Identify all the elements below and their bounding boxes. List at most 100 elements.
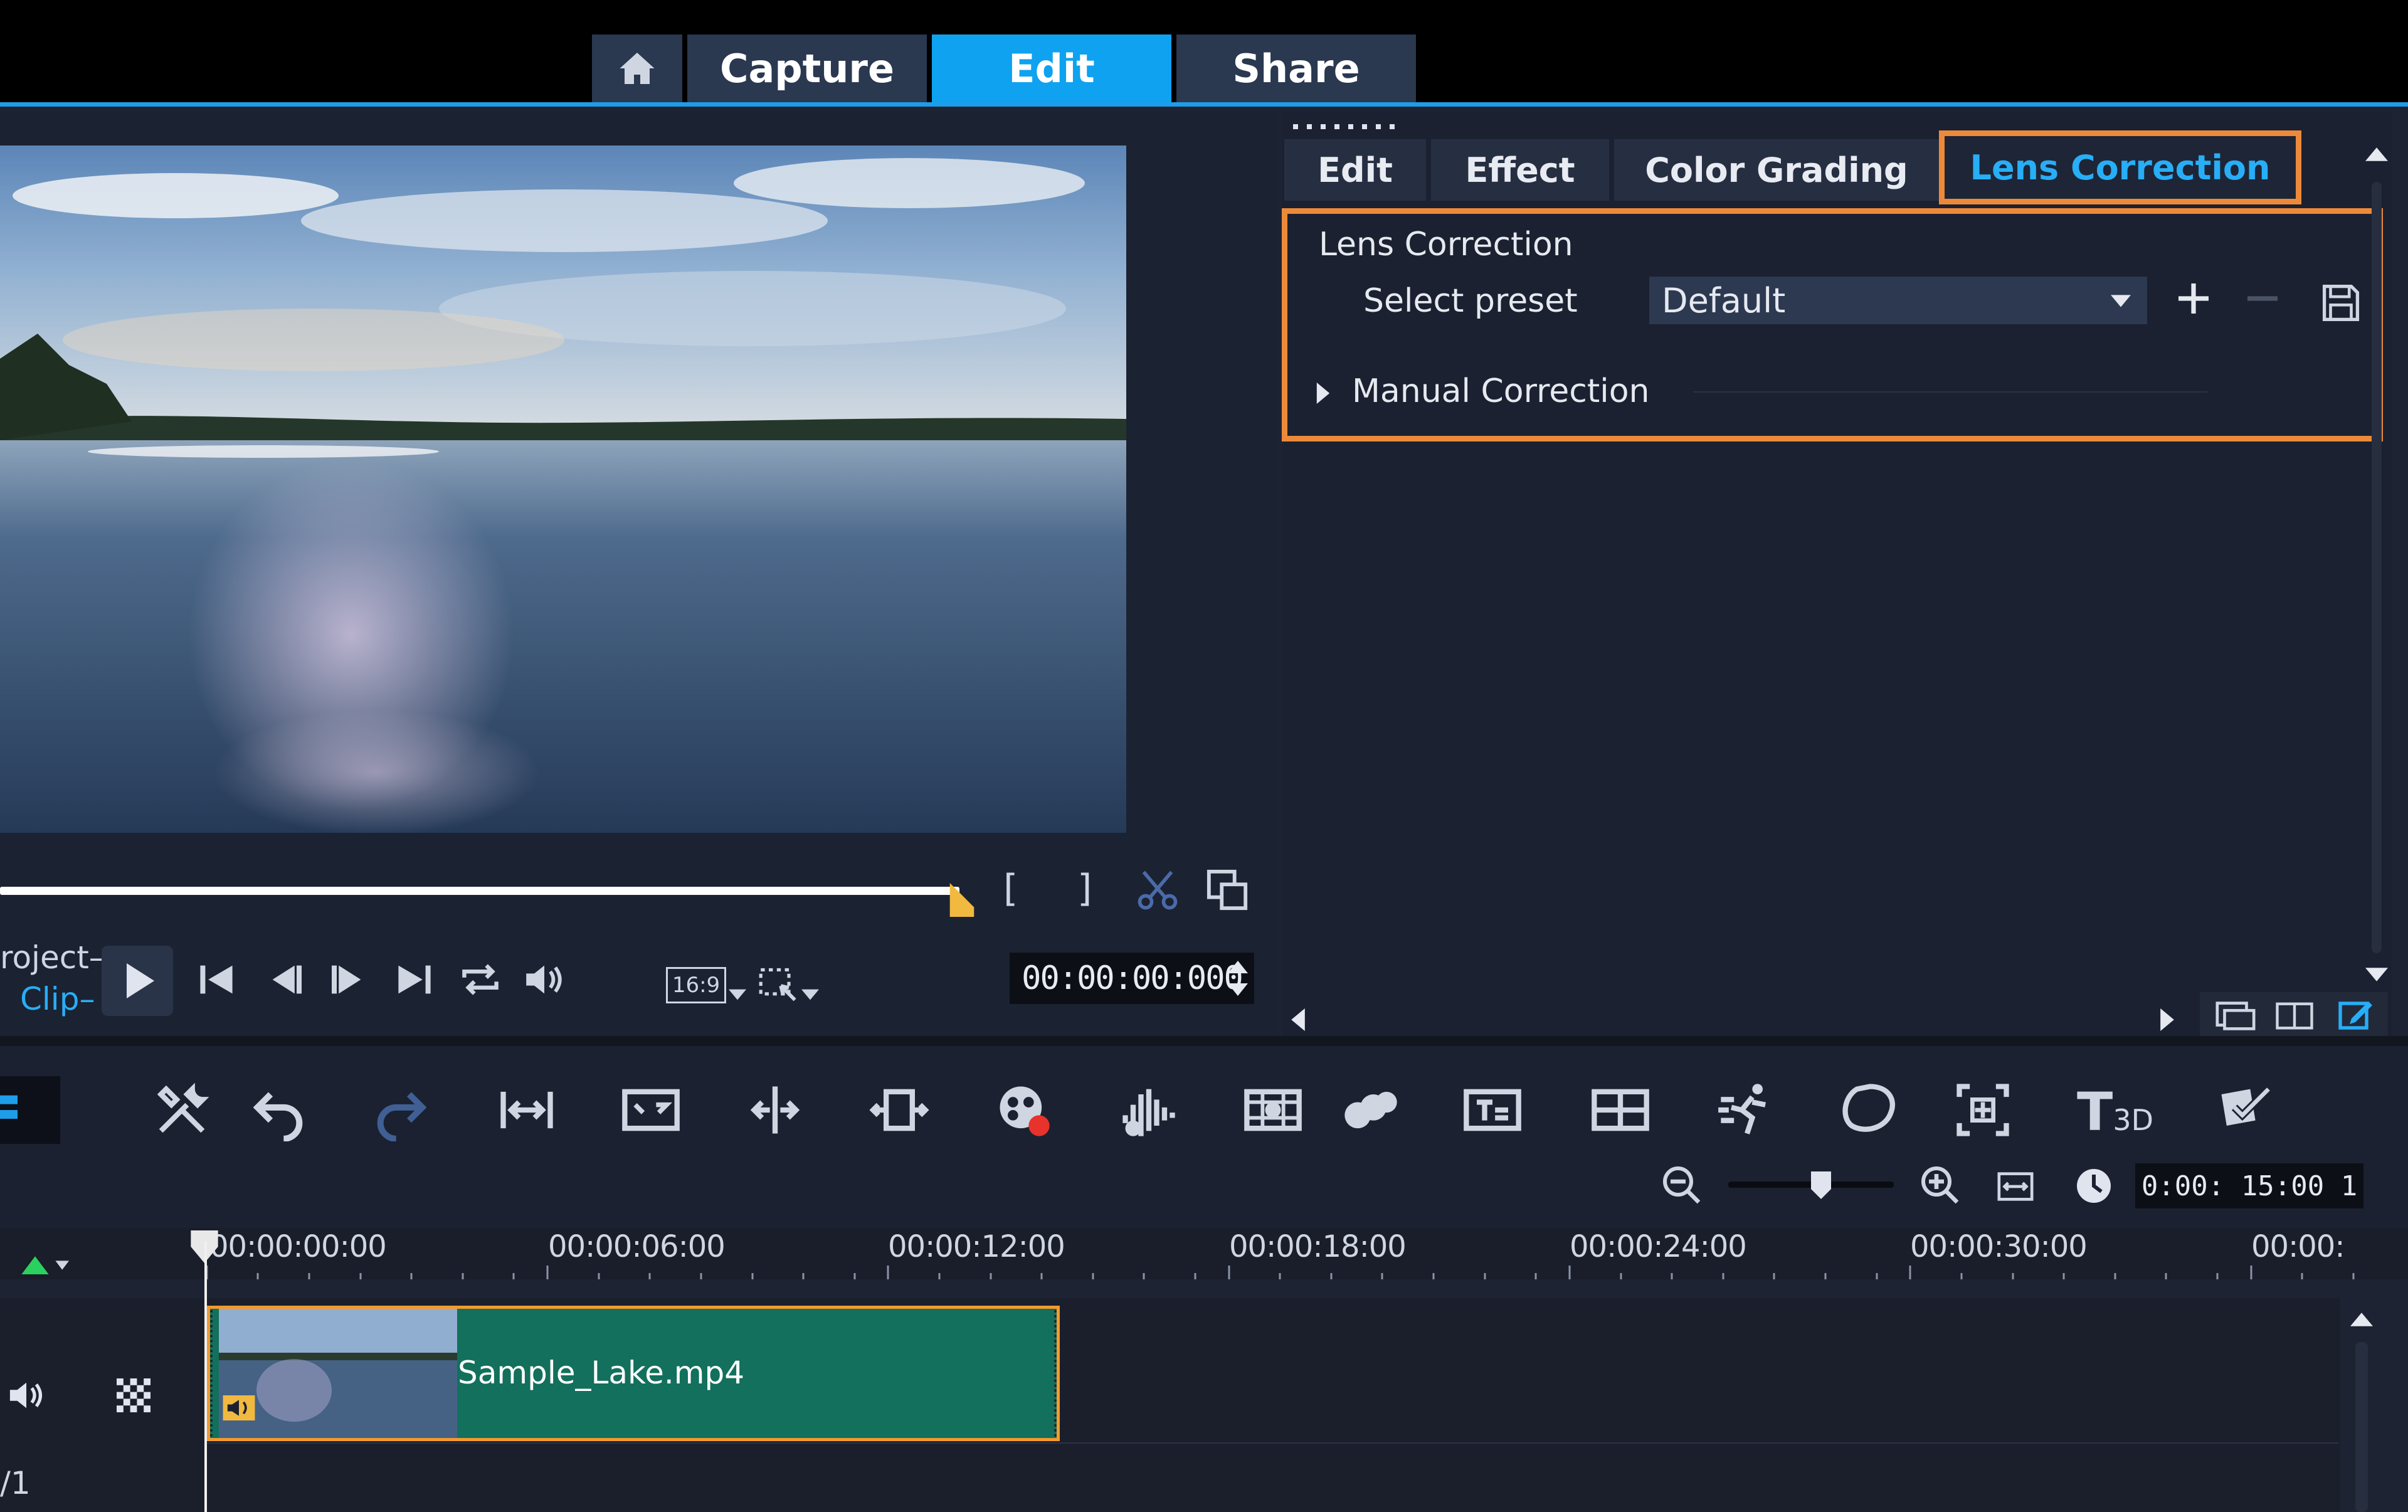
tools-icon[interactable] (150, 1079, 213, 1141)
next-frame-icon[interactable] (326, 960, 367, 1000)
redo-icon[interactable] (370, 1079, 433, 1141)
tab-edit[interactable]: Edit (932, 34, 1171, 102)
track-gap (0, 1279, 2408, 1298)
record-capture-icon[interactable] (992, 1079, 1055, 1141)
preset-dropdown[interactable]: Default (1649, 277, 2147, 324)
smart-proxy-icon[interactable] (2214, 1079, 2276, 1141)
ruler-label: 00:00:12:00 (888, 1229, 1065, 1264)
ruler-label: 00:00:30:00 (1910, 1229, 2088, 1264)
scrub-handle[interactable] (949, 883, 974, 917)
play-icon (127, 963, 154, 998)
panel-scrollbar[interactable] (2372, 182, 2382, 953)
undo-icon[interactable] (247, 1079, 310, 1141)
repeat-icon[interactable] (458, 960, 503, 1000)
panel-separator (0, 1036, 2408, 1046)
lake-scene-image (0, 145, 1126, 833)
subtitle-editor-icon[interactable] (1461, 1079, 1524, 1141)
mask-creator-icon[interactable] (1839, 1079, 1901, 1141)
aspect-ratio-button[interactable]: 16:9 (666, 967, 726, 1003)
track-divider (207, 1442, 2339, 1444)
edit-panel-icon[interactable] (2337, 997, 2374, 1032)
project-duration-display: 0:00: 15:00 1 (2135, 1163, 2363, 1208)
add-preset-icon[interactable] (2175, 280, 2212, 317)
scroll-left-arrow-icon[interactable] (1291, 1008, 1306, 1031)
volume-icon[interactable] (522, 960, 567, 1000)
chevron-down-icon[interactable] (801, 988, 819, 1001)
zoom-in-icon[interactable] (1918, 1163, 1963, 1208)
manual-correction-toggle[interactable]: Manual Correction (1352, 373, 1650, 410)
pan-zoom-icon[interactable] (1951, 1079, 2014, 1141)
tab-capture[interactable]: Capture (687, 34, 927, 102)
clip-left-handle[interactable] (210, 1310, 218, 1437)
clip-mode-label[interactable]: Clip– (20, 981, 95, 1017)
timeline-view-button[interactable] (0, 1076, 60, 1144)
split-clip-icon[interactable] (744, 1079, 806, 1141)
expand-arrow-icon[interactable] (1316, 383, 1331, 404)
ruler-label: 00:00:18:00 (1229, 1229, 1407, 1264)
panel-tab-color-grading[interactable]: Color Grading (1614, 139, 1939, 201)
panel-tab-lens-correction[interactable]: Lens Correction (1939, 130, 2301, 204)
enlarge-preview-icon[interactable] (1205, 868, 1249, 912)
track-audio-icon[interactable] (6, 1377, 46, 1414)
clip-audio-icon (223, 1395, 255, 1420)
scroll-right-arrow-icon[interactable] (2160, 1008, 2175, 1031)
fit-timeline-icon[interactable] (1995, 1168, 2036, 1205)
motion-tracking-icon[interactable] (1339, 1079, 1402, 1141)
previous-frame-icon[interactable] (266, 960, 307, 1000)
chevron-down-icon[interactable] (729, 988, 746, 1001)
scroll-up-arrow-icon[interactable] (2350, 1312, 2373, 1327)
panel-grip-icon[interactable] (1293, 123, 1396, 130)
ruler-label: 00:00:00:00 (209, 1229, 387, 1264)
section-divider (1693, 391, 2207, 393)
library-view-icon[interactable] (2214, 998, 2258, 1034)
panel-tab-edit[interactable]: Edit (1284, 139, 1426, 201)
chevron-down-icon (2111, 295, 2131, 307)
skip-end-icon[interactable] (394, 960, 435, 1000)
scroll-up-arrow-icon[interactable] (2365, 147, 2388, 162)
fit-project-icon[interactable] (495, 1079, 558, 1141)
save-preset-icon[interactable] (2320, 282, 2362, 324)
time-remapping-icon[interactable] (1716, 1079, 1778, 1141)
scrub-bar[interactable] (0, 887, 959, 895)
zoom-out-icon[interactable] (1659, 1163, 1704, 1208)
clock-icon (2077, 1169, 2111, 1203)
project-mode-label[interactable]: roject– (0, 939, 105, 976)
timecode-display[interactable]: 00:00:00:000 (1010, 953, 1254, 1004)
title-3d-icon[interactable]: T3D (2077, 1081, 2153, 1143)
ruler-label: 00:00: (2251, 1229, 2345, 1264)
ruler-label: 00:00:06:00 (548, 1229, 726, 1264)
panel-tab-effect[interactable]: Effect (1431, 139, 1609, 201)
video-preview[interactable] (0, 145, 1126, 833)
sound-mixer-icon[interactable] (1117, 1079, 1180, 1141)
scissors-icon[interactable] (1134, 868, 1181, 912)
remove-preset-icon[interactable] (2244, 280, 2281, 317)
mark-in-button[interactable]: [ (1003, 867, 1018, 911)
split-view-icon[interactable] (2274, 998, 2315, 1034)
scroll-down-arrow-icon[interactable] (2365, 967, 2388, 982)
ruler-label: 00:00:24:00 (1570, 1229, 1747, 1264)
clip-name: Sample_Lake.mp4 (458, 1355, 745, 1391)
track-label: /1 (0, 1465, 31, 1501)
top-accent-line (0, 102, 2408, 107)
mark-out-button[interactable]: ] (1077, 867, 1092, 911)
skip-start-icon[interactable] (196, 960, 237, 1000)
clip-right-handle[interactable] (1049, 1310, 1057, 1437)
play-button[interactable] (102, 946, 173, 1016)
storyboard-icon (0, 1095, 18, 1119)
selection-area-icon[interactable] (756, 966, 801, 1006)
lens-correction-title: Lens Correction (1319, 226, 1573, 263)
timecode-stepper-icon[interactable] (1225, 958, 1250, 998)
timeline-scrollbar[interactable] (2355, 1342, 2368, 1512)
ripple-editing-icon[interactable] (620, 1079, 682, 1141)
app-window: Capture Edit Share [] roject– Clip– 16:… (0, 0, 2408, 1512)
auto-music-icon[interactable] (1242, 1079, 1304, 1141)
home-tab[interactable] (592, 34, 682, 102)
multi-camera-icon[interactable] (1589, 1079, 1652, 1141)
clip-mode-text: Clip (20, 981, 80, 1017)
home-icon (620, 53, 655, 84)
tab-share[interactable]: Share (1176, 34, 1416, 102)
zoom-slider-handle[interactable] (1811, 1171, 1831, 1199)
trim-clip-icon[interactable] (868, 1079, 931, 1141)
project-mode-text: roject (0, 939, 89, 976)
track-transparency-icon[interactable] (117, 1378, 150, 1412)
